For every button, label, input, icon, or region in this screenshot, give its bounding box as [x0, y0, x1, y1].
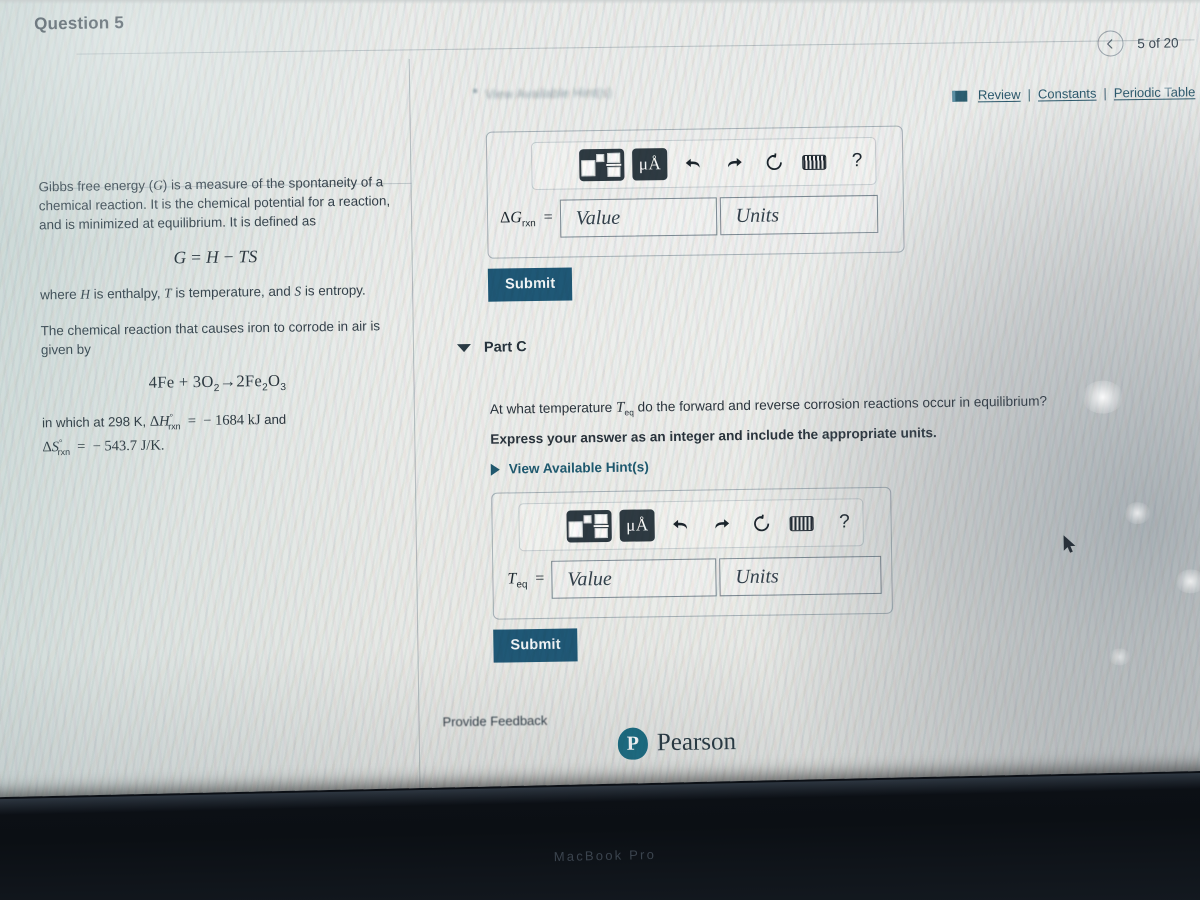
answer-label-part-b: ΔGrxn =	[499, 208, 553, 230]
mastering-chemistry-page: Question 5 5 of 20 Review | Constants | …	[0, 0, 1200, 840]
provide-feedback-link[interactable]: Provide Feedback	[442, 713, 547, 730]
units-input-part-c[interactable]: Units	[719, 555, 882, 597]
question-pager: 5 of 20	[1097, 29, 1179, 57]
micro-angstrom-icon[interactable]: μÅ	[632, 148, 668, 181]
page-title: Question 5	[33, 13, 125, 34]
view-hints-label: View Available Hint(s)	[508, 459, 649, 477]
part-c-question: At what temperature Teq do the forward a…	[489, 393, 1048, 418]
view-hints-row-part-c[interactable]: View Available Hint(s)	[490, 459, 649, 477]
reset-glyph	[754, 514, 770, 532]
math-template-icon[interactable]	[566, 509, 613, 543]
previous-part-bullet	[473, 88, 478, 93]
screen-top-edge	[0, 0, 1200, 4]
mouse-cursor	[1063, 535, 1076, 553]
reset-circle-icon[interactable]	[743, 508, 780, 539]
book-icon	[951, 90, 968, 102]
previous-part-hint-link[interactable]: View Available Hint(s)	[485, 86, 612, 102]
micro-angstrom-label: μÅ	[638, 154, 662, 174]
pearson-logo: P Pearson	[617, 726, 737, 760]
math-template-glyph	[580, 152, 624, 179]
math-template-glyph	[567, 513, 611, 540]
submit-button-part-c[interactable]: Submit	[493, 628, 578, 663]
given-constants: in which at 298 K, ΔH°rxn = − 1684 kJ an…	[41, 411, 287, 457]
pearson-mark-icon: P	[617, 727, 649, 760]
review-link[interactable]: Review	[978, 87, 1021, 103]
question-mark-icon[interactable]: ?	[826, 507, 863, 538]
answer-label-part-c: Teq =	[507, 569, 545, 591]
caret-right-icon[interactable]	[490, 463, 500, 476]
answer-widget-part-b: μÅ ? ΔGrxn = Value Units	[485, 125, 905, 259]
micro-angstrom-icon[interactable]: μÅ	[619, 509, 655, 542]
value-input-part-b[interactable]: Value	[559, 197, 718, 238]
resource-links: Review | Constants | Periodic Table	[951, 84, 1196, 103]
math-toolbar-part-b: μÅ ?	[530, 136, 877, 191]
keyboard-glyph	[802, 154, 827, 170]
question-mark-icon[interactable]: ?	[839, 146, 876, 177]
part-c-instruction: Express your answer as an integer and in…	[490, 425, 937, 447]
bezel-logo: MacBook Pro	[553, 846, 657, 865]
gibbs-equation: G = H − TS	[173, 246, 258, 268]
submit-button-part-b[interactable]: Submit	[487, 267, 573, 302]
screen-surface: Question 5 5 of 20 Review | Constants | …	[0, 0, 1200, 870]
undo-glyph	[673, 519, 688, 529]
redo-arrow-icon[interactable]	[715, 148, 752, 179]
answer-widget-part-c: μÅ ? Teq = Value Units	[491, 486, 893, 620]
pearson-wordmark: Pearson	[656, 728, 737, 757]
answer-column: View Available Hint(s) μÅ ? ΔGrxn = Valu…	[411, 48, 1156, 808]
value-input-part-c[interactable]: Value	[551, 558, 717, 599]
part-c-label: Part C	[483, 339, 527, 356]
intro-body: Gibbs free energy (G) is a measure of th…	[38, 172, 394, 460]
math-template-icon[interactable]	[579, 148, 626, 182]
reset-glyph	[766, 153, 782, 170]
intro-paragraph-1: Gibbs free energy (G) is a measure of th…	[38, 174, 391, 233]
intro-paragraph-3: The chemical reaction that causes iron t…	[40, 318, 381, 358]
undo-arrow-icon[interactable]	[675, 148, 712, 179]
undo-glyph	[686, 158, 700, 168]
undo-arrow-icon[interactable]	[662, 510, 699, 541]
redo-glyph	[727, 158, 742, 168]
units-input-part-b[interactable]: Units	[719, 194, 878, 236]
question-counter: 5 of 20	[1137, 34, 1179, 51]
link-separator-2: |	[1103, 85, 1107, 101]
keyboard-icon[interactable]	[796, 147, 833, 178]
question-intro-pane: Gibbs free energy (G) is a measure of th…	[0, 58, 422, 840]
redo-glyph	[715, 519, 729, 529]
periodic-table-link[interactable]: Periodic Table	[1114, 84, 1196, 100]
answer-row-part-c: Teq = Value Units	[507, 555, 882, 600]
chevron-left-glyph	[1107, 38, 1113, 49]
keyboard-icon[interactable]	[784, 508, 821, 539]
reset-circle-icon[interactable]	[756, 147, 793, 178]
photographed-laptop-screen: Question 5 5 of 20 Review | Constants | …	[0, 0, 1200, 900]
header-divider	[76, 39, 1195, 55]
link-separator-1: |	[1027, 86, 1032, 102]
redo-arrow-icon[interactable]	[703, 509, 740, 540]
keyboard-glyph	[789, 515, 815, 531]
math-toolbar-part-c: μÅ ?	[518, 498, 864, 552]
answer-row-part-b: ΔGrxn = Value Units	[499, 194, 878, 239]
corrosion-reaction-equation: 4Fe + 3O2→2Fe2O3	[148, 370, 287, 395]
constants-link[interactable]: Constants	[1038, 86, 1097, 102]
micro-angstrom-label: μÅ	[626, 515, 649, 535]
chevron-left-icon[interactable]	[1097, 30, 1124, 57]
intro-paragraph-2: where H is enthalpy, T is temperature, a…	[40, 282, 366, 303]
caret-down-icon[interactable]	[456, 343, 472, 353]
part-c-header[interactable]: Part C	[456, 339, 527, 356]
